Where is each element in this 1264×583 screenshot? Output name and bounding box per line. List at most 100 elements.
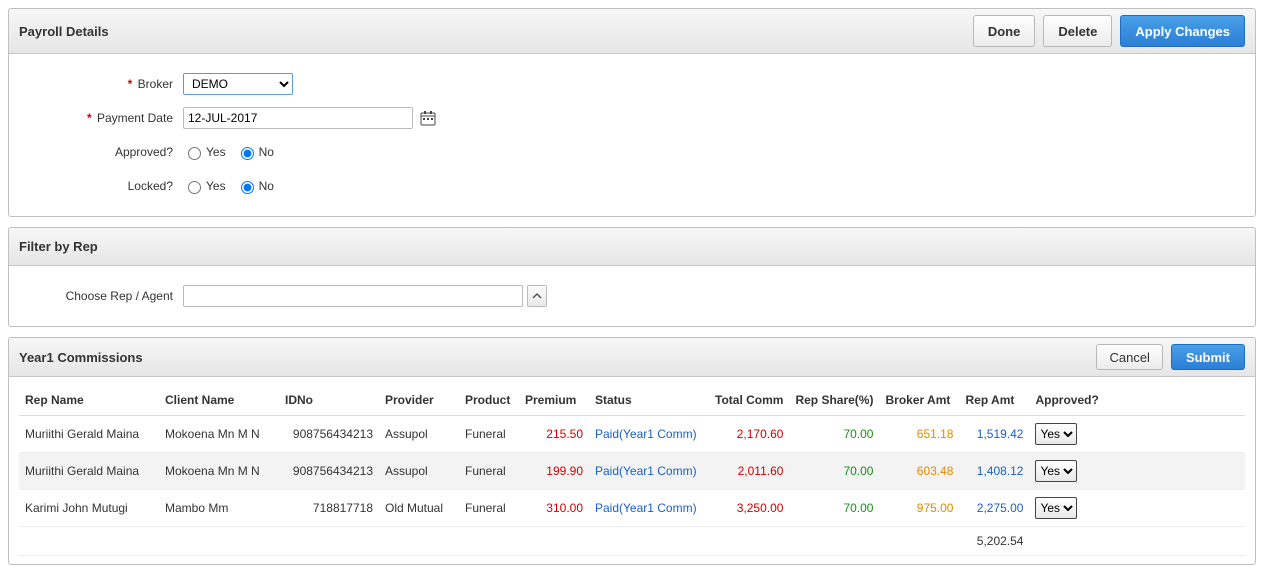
- locked-yes-radio[interactable]: [188, 181, 201, 194]
- submit-button[interactable]: Submit: [1171, 344, 1245, 370]
- broker-row: * Broker DEMO: [23, 70, 1241, 98]
- commissions-header: Year1 Commissions Cancel Submit: [9, 338, 1255, 377]
- col-provider: Provider: [379, 385, 459, 416]
- done-button[interactable]: Done: [973, 15, 1036, 47]
- payment-date-row: * Payment Date: [23, 104, 1241, 132]
- col-client: Client Name: [159, 385, 279, 416]
- col-rep-amt: Rep Amt: [959, 385, 1029, 416]
- locked-yes-option[interactable]: Yes: [183, 178, 226, 194]
- payment-date-label: * Payment Date: [23, 111, 183, 125]
- cell-provider: Assupol: [379, 416, 459, 453]
- cell-idno: 908756434213: [279, 453, 379, 490]
- col-share: Rep Share(%): [789, 385, 879, 416]
- col-product: Product: [459, 385, 519, 416]
- cell-rep-amt: 1,408.12: [959, 453, 1029, 490]
- locked-radio-group: Yes No: [183, 178, 280, 194]
- approved-row: Approved? Yes No: [23, 138, 1241, 166]
- approved-yes-option[interactable]: Yes: [183, 144, 226, 160]
- approved-no-radio[interactable]: [241, 147, 254, 160]
- cell-total: 2,011.60: [709, 453, 789, 490]
- locked-label: Locked?: [23, 179, 183, 193]
- col-total: Total Comm: [709, 385, 789, 416]
- choose-rep-row: Choose Rep / Agent: [23, 282, 1241, 310]
- filter-header: Filter by Rep: [9, 228, 1255, 266]
- approved-select[interactable]: Yes: [1035, 460, 1077, 482]
- payroll-buttons: Done Delete Apply Changes: [973, 15, 1245, 47]
- choose-rep-popup-button[interactable]: [527, 285, 547, 307]
- calendar-icon[interactable]: [419, 109, 437, 127]
- filter-body: Choose Rep / Agent: [9, 266, 1255, 326]
- cell-status: Paid(Year1 Comm): [589, 416, 709, 453]
- cell-share: 70.00: [789, 453, 879, 490]
- cell-status: Paid(Year1 Comm): [589, 453, 709, 490]
- cell-share: 70.00: [789, 490, 879, 527]
- cell-idno: 718817718: [279, 490, 379, 527]
- status-link[interactable]: Paid(Year1 Comm): [595, 427, 697, 441]
- cell-product: Funeral: [459, 490, 519, 527]
- col-broker-amt: Broker Amt: [879, 385, 959, 416]
- locked-no-radio[interactable]: [241, 181, 254, 194]
- approved-label: Approved?: [23, 145, 183, 159]
- table-row: Muriithi Gerald MainaMokoena Mn M N90875…: [19, 453, 1245, 490]
- locked-row: Locked? Yes No: [23, 172, 1241, 200]
- commissions-region: Year1 Commissions Cancel Submit Rep Name…: [8, 337, 1256, 565]
- cell-rep: Karimi John Mutugi: [19, 490, 159, 527]
- locked-no-option[interactable]: No: [236, 178, 274, 194]
- broker-select[interactable]: DEMO: [183, 73, 293, 95]
- cell-provider: Assupol: [379, 453, 459, 490]
- col-rep: Rep Name: [19, 385, 159, 416]
- cell-rep: Muriithi Gerald Maina: [19, 416, 159, 453]
- cell-client: Mambo Mm: [159, 490, 279, 527]
- payroll-body: * Broker DEMO * Payment Date Approved? Y…: [9, 54, 1255, 216]
- filter-title: Filter by Rep: [19, 239, 98, 254]
- cell-idno: 908756434213: [279, 416, 379, 453]
- col-status: Status: [589, 385, 709, 416]
- payroll-title: Payroll Details: [19, 24, 109, 39]
- approved-select[interactable]: Yes: [1035, 497, 1077, 519]
- choose-rep-input[interactable]: [183, 285, 523, 307]
- cancel-button[interactable]: Cancel: [1096, 344, 1162, 370]
- col-premium: Premium: [519, 385, 589, 416]
- table-row: Muriithi Gerald MainaMokoena Mn M N90875…: [19, 416, 1245, 453]
- commissions-table-wrap: Rep Name Client Name IDNo Provider Produ…: [9, 377, 1255, 564]
- choose-rep-label: Choose Rep / Agent: [23, 289, 183, 303]
- cell-approved: Yes: [1029, 416, 1104, 453]
- total-rep-amt: 5,202.54: [959, 527, 1029, 556]
- cell-rep-amt: 1,519.42: [959, 416, 1029, 453]
- cell-status: Paid(Year1 Comm): [589, 490, 709, 527]
- status-link[interactable]: Paid(Year1 Comm): [595, 464, 697, 478]
- cell-broker-amt: 603.48: [879, 453, 959, 490]
- cell-product: Funeral: [459, 453, 519, 490]
- cell-approved: Yes: [1029, 453, 1104, 490]
- cell-broker-amt: 651.18: [879, 416, 959, 453]
- delete-button[interactable]: Delete: [1043, 15, 1112, 47]
- apply-changes-button[interactable]: Apply Changes: [1120, 15, 1245, 47]
- approved-yes-radio[interactable]: [188, 147, 201, 160]
- approved-radio-group: Yes No: [183, 144, 280, 160]
- status-link[interactable]: Paid(Year1 Comm): [595, 501, 697, 515]
- approved-select[interactable]: Yes: [1035, 423, 1077, 445]
- payment-date-input[interactable]: [183, 107, 413, 129]
- cell-rep: Muriithi Gerald Maina: [19, 453, 159, 490]
- cell-client: Mokoena Mn M N: [159, 416, 279, 453]
- cell-premium: 199.90: [519, 453, 589, 490]
- cell-rep-amt: 2,275.00: [959, 490, 1029, 527]
- commissions-title: Year1 Commissions: [19, 350, 143, 365]
- broker-label: * Broker: [23, 77, 183, 91]
- cell-approved: Yes: [1029, 490, 1104, 527]
- cell-premium: 215.50: [519, 416, 589, 453]
- table-body: Muriithi Gerald MainaMokoena Mn M N90875…: [19, 416, 1245, 527]
- cell-provider: Old Mutual: [379, 490, 459, 527]
- payroll-header: Payroll Details Done Delete Apply Change…: [9, 9, 1255, 54]
- cell-total: 2,170.60: [709, 416, 789, 453]
- cell-premium: 310.00: [519, 490, 589, 527]
- chevron-up-icon: [532, 291, 542, 301]
- cell-share: 70.00: [789, 416, 879, 453]
- cell-total: 3,250.00: [709, 490, 789, 527]
- approved-no-option[interactable]: No: [236, 144, 274, 160]
- cell-broker-amt: 975.00: [879, 490, 959, 527]
- cell-client: Mokoena Mn M N: [159, 453, 279, 490]
- commissions-buttons: Cancel Submit: [1096, 344, 1245, 370]
- cell-product: Funeral: [459, 416, 519, 453]
- col-idno: IDNo: [279, 385, 379, 416]
